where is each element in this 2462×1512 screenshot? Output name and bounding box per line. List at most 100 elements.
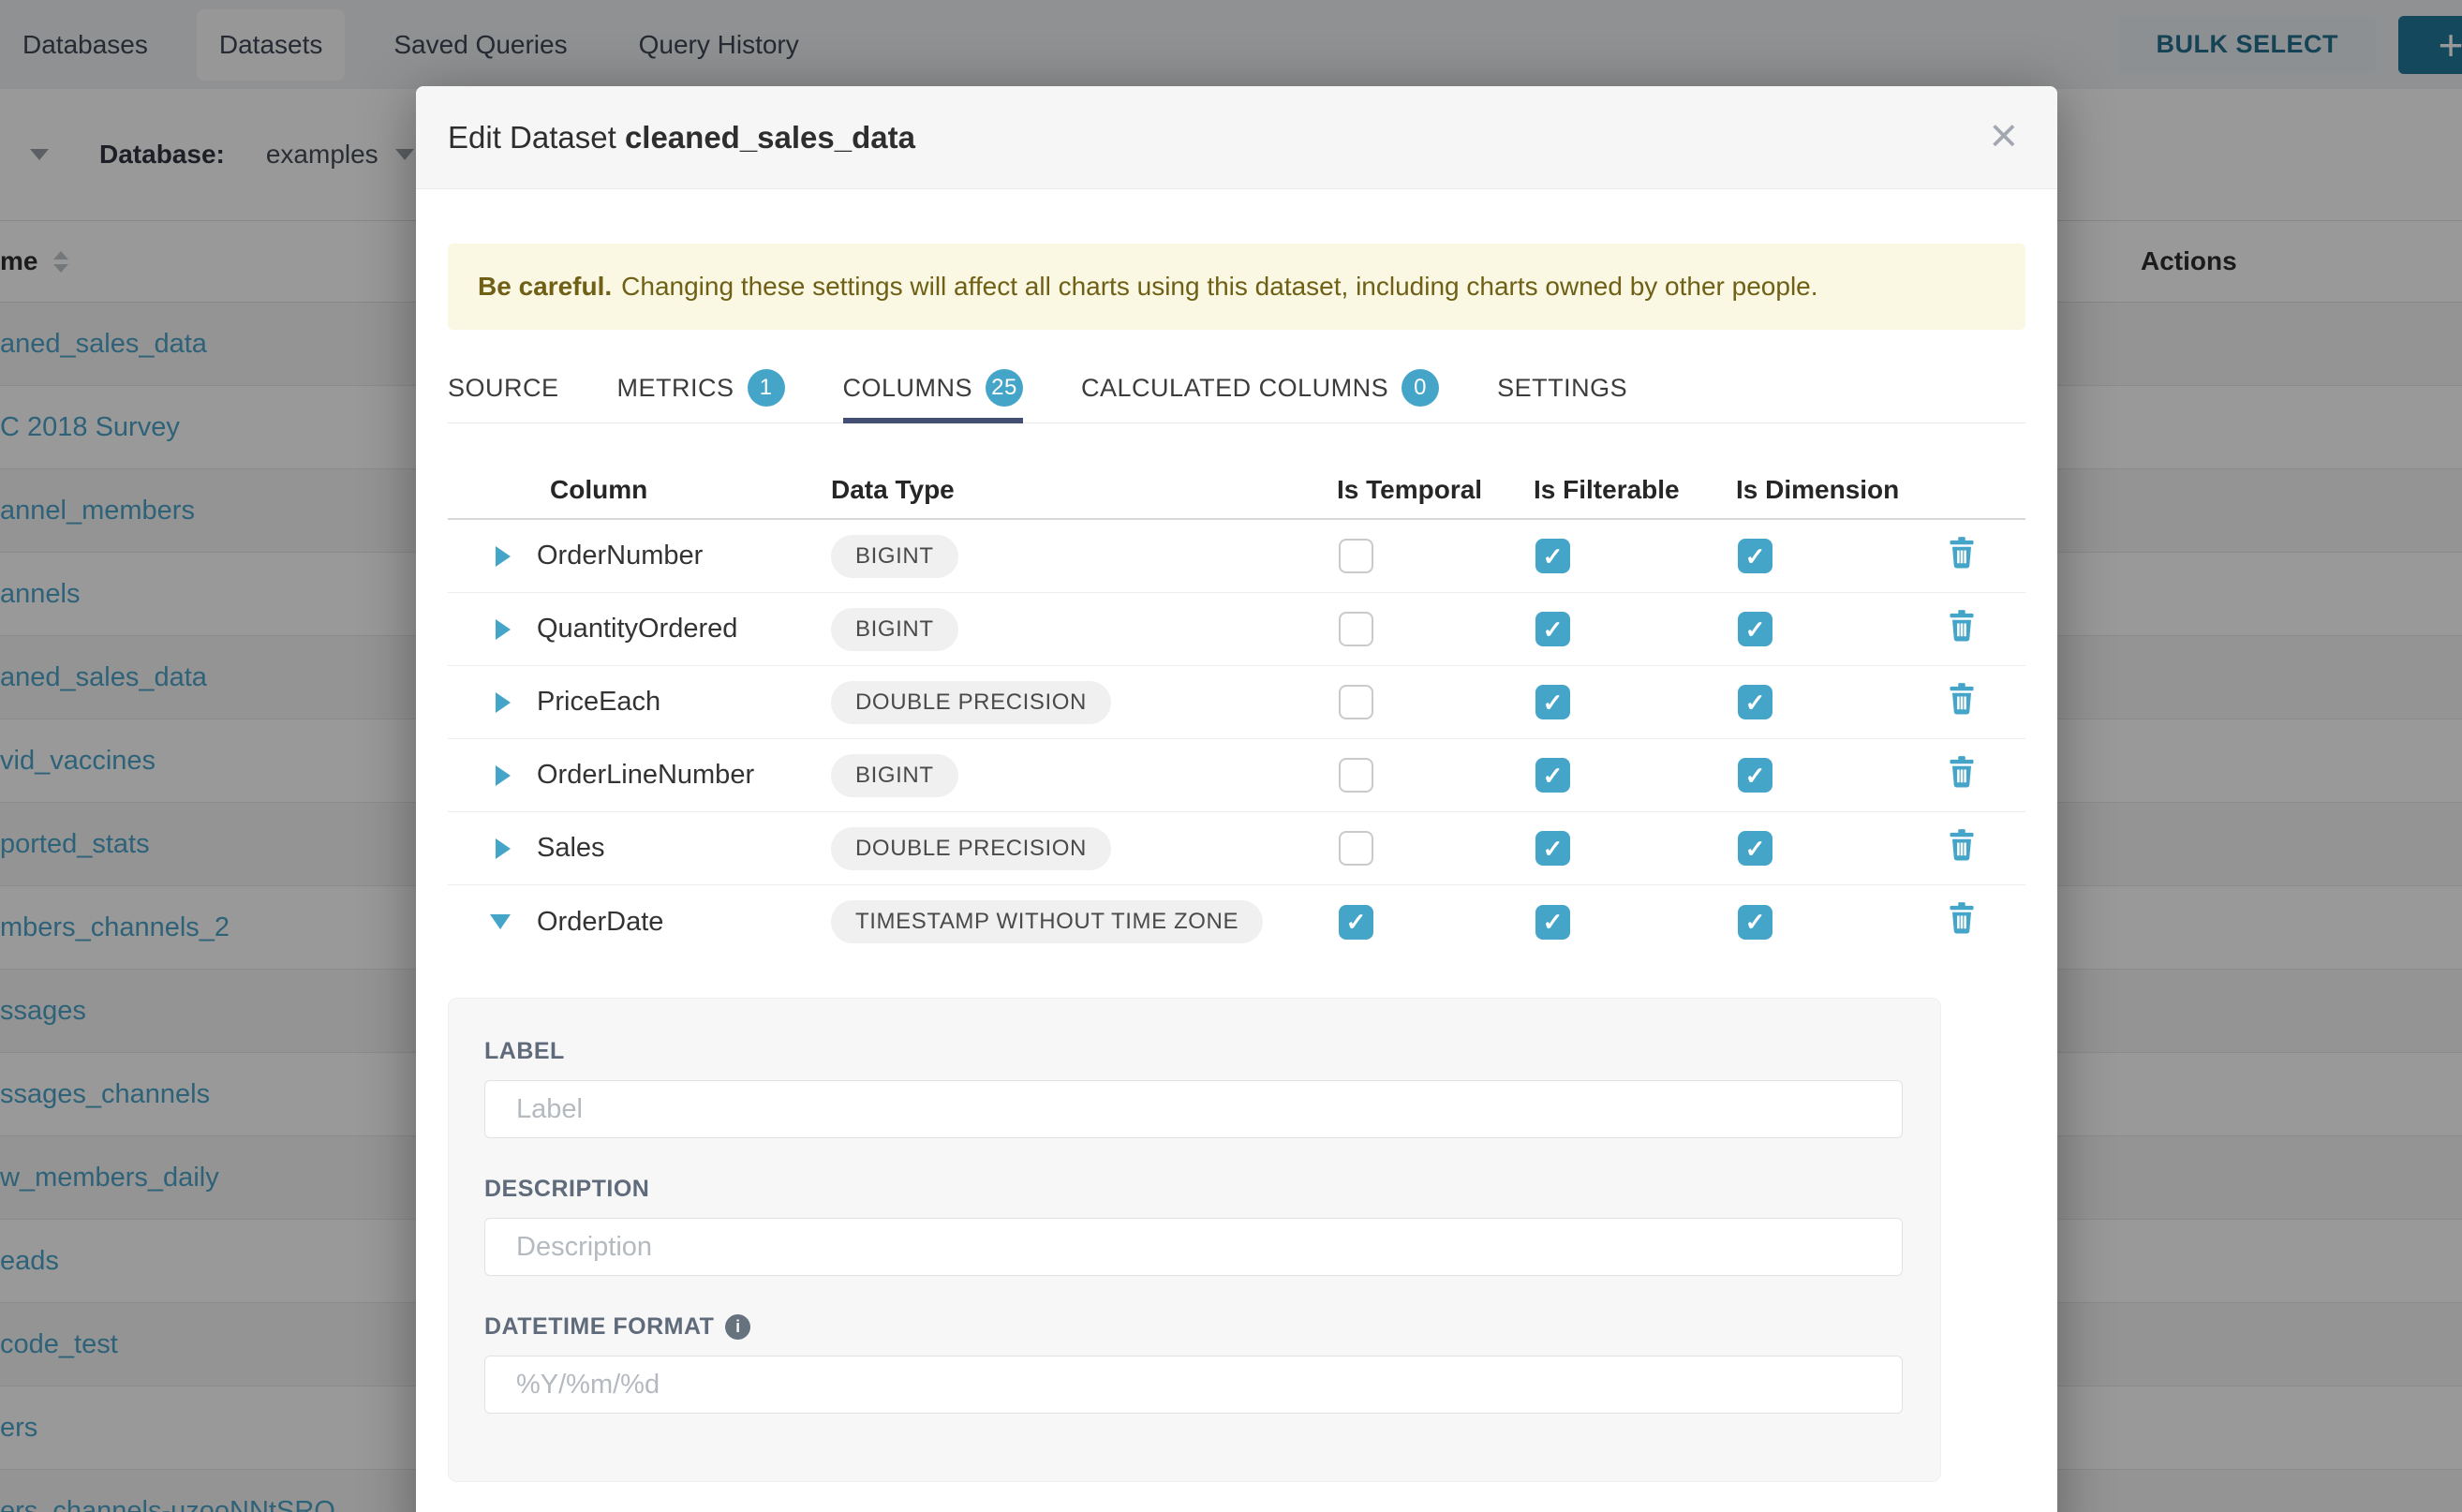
check-icon: ✓ (1745, 690, 1766, 715)
tab-count-badge: 1 (748, 369, 785, 407)
label-field-label: LABEL (484, 1038, 1903, 1065)
delete-cell (1942, 537, 2025, 576)
modal-tab[interactable]: COLUMNS 25 (843, 353, 1024, 422)
datetime-format-field: DATETIME FORMAT i (484, 1313, 1903, 1414)
is-filterable-checkbox[interactable]: ✓ (1535, 758, 1570, 793)
datetime-format-field-label: DATETIME FORMAT (484, 1313, 714, 1341)
is-dimension-cell: ✓ (1736, 539, 1942, 573)
label-input[interactable] (484, 1080, 1903, 1138)
is-filterable-cell: ✓ (1534, 539, 1736, 573)
column-detail-panel: LABEL DESCRIPTION DATETIME FORMAT i (448, 998, 1941, 1482)
check-icon: ✓ (1745, 837, 1766, 861)
modal-tab[interactable]: METRICS 1 (617, 353, 785, 422)
trash-icon[interactable] (1948, 902, 1976, 934)
modal-tab[interactable]: SETTINGS (1497, 353, 1627, 422)
is-dimension-header: Is Dimension (1736, 475, 1942, 505)
modal-tab[interactable]: CALCULATED COLUMNS 0 (1081, 353, 1439, 422)
is-filterable-checkbox[interactable]: ✓ (1535, 685, 1570, 719)
check-icon: ✓ (1346, 910, 1367, 934)
trash-icon[interactable] (1948, 829, 1976, 861)
delete-cell (1942, 756, 2025, 795)
tab-count-badge: 0 (1402, 369, 1439, 407)
expand-caret-icon[interactable] (496, 765, 511, 786)
edit-dataset-modal: Edit Dataset cleaned_sales_data × Be car… (416, 86, 2057, 1512)
trash-icon[interactable] (1948, 683, 1976, 715)
expand-caret-icon[interactable] (490, 914, 511, 929)
is-filterable-header: Is Filterable (1534, 475, 1736, 505)
column-row: OrderLineNumber BIGINT ✓ ✓ ✓ (448, 739, 2025, 812)
is-dimension-cell: ✓ (1736, 905, 1942, 940)
info-icon[interactable]: i (725, 1314, 750, 1340)
column-name: Sales (537, 833, 831, 864)
delete-cell (1942, 902, 2025, 941)
check-icon: ✓ (1543, 837, 1564, 861)
data-type-cell: DOUBLE PRECISION (831, 681, 1337, 724)
is-temporal-cell: ✓ (1337, 905, 1534, 940)
modal-title: Edit Dataset cleaned_sales_data (448, 120, 915, 156)
data-type-cell: BIGINT (831, 535, 1337, 578)
expand-cell (448, 765, 537, 786)
is-temporal-cell: ✓ (1337, 685, 1534, 719)
column-name: OrderNumber (537, 541, 831, 571)
is-filterable-checkbox[interactable]: ✓ (1535, 831, 1570, 866)
expand-caret-icon[interactable] (496, 838, 511, 859)
description-input[interactable] (484, 1218, 1903, 1276)
data-type-cell: DOUBLE PRECISION (831, 827, 1337, 870)
modal-tabs: SOURCE METRICS 1 COLUMNS 25 CALCULATED C… (448, 353, 2025, 423)
is-dimension-checkbox[interactable]: ✓ (1738, 539, 1772, 573)
data-type-cell: TIMESTAMP WITHOUT TIME ZONE (831, 900, 1337, 943)
is-filterable-cell: ✓ (1534, 831, 1736, 866)
column-row: OrderNumber BIGINT ✓ ✓ ✓ (448, 520, 2025, 593)
trash-icon[interactable] (1948, 756, 1976, 788)
expand-cell (448, 619, 537, 640)
column-row: Sales DOUBLE PRECISION ✓ ✓ ✓ (448, 812, 2025, 885)
is-filterable-checkbox[interactable]: ✓ (1535, 539, 1570, 573)
expand-cell (448, 838, 537, 859)
is-temporal-cell: ✓ (1337, 831, 1534, 866)
is-dimension-checkbox[interactable]: ✓ (1738, 905, 1772, 940)
is-filterable-checkbox[interactable]: ✓ (1535, 612, 1570, 646)
is-temporal-checkbox[interactable]: ✓ (1339, 831, 1373, 866)
is-temporal-checkbox[interactable]: ✓ (1339, 685, 1373, 719)
is-temporal-checkbox[interactable]: ✓ (1339, 612, 1373, 646)
close-icon[interactable]: × (1990, 111, 2018, 159)
data-type-pill: BIGINT (831, 608, 958, 651)
is-temporal-cell: ✓ (1337, 539, 1534, 573)
modal-title-dataset-name: cleaned_sales_data (625, 120, 915, 155)
is-dimension-checkbox[interactable]: ✓ (1738, 685, 1772, 719)
delete-cell (1942, 683, 2025, 722)
is-filterable-checkbox[interactable]: ✓ (1535, 905, 1570, 940)
expand-caret-icon[interactable] (496, 546, 511, 567)
is-dimension-checkbox[interactable]: ✓ (1738, 612, 1772, 646)
modal-body: Be careful. Changing these settings will… (416, 244, 2057, 1482)
modal-tab-label: SETTINGS (1497, 374, 1627, 403)
is-dimension-cell: ✓ (1736, 685, 1942, 719)
warning-banner: Be careful. Changing these settings will… (448, 244, 2025, 330)
is-temporal-checkbox[interactable]: ✓ (1339, 758, 1373, 793)
is-temporal-checkbox[interactable]: ✓ (1339, 905, 1373, 940)
datetime-format-input[interactable] (484, 1356, 1903, 1414)
is-filterable-cell: ✓ (1534, 758, 1736, 793)
expand-caret-icon[interactable] (496, 692, 511, 713)
check-icon: ✓ (1543, 690, 1564, 715)
check-icon: ✓ (1543, 763, 1564, 788)
description-field-label: DESCRIPTION (484, 1176, 1903, 1203)
is-dimension-checkbox[interactable]: ✓ (1738, 831, 1772, 866)
expand-caret-icon[interactable] (496, 619, 511, 640)
is-filterable-cell: ✓ (1534, 685, 1736, 719)
is-temporal-checkbox[interactable]: ✓ (1339, 539, 1373, 573)
expand-cell (448, 692, 537, 713)
is-dimension-checkbox[interactable]: ✓ (1738, 758, 1772, 793)
column-name: OrderLineNumber (537, 760, 831, 791)
trash-icon[interactable] (1948, 610, 1976, 642)
check-icon: ✓ (1745, 617, 1766, 642)
data-type-cell: BIGINT (831, 608, 1337, 651)
column-name: QuantityOrdered (537, 614, 831, 645)
trash-icon[interactable] (1948, 537, 1976, 569)
is-dimension-cell: ✓ (1736, 758, 1942, 793)
expand-cell (448, 546, 537, 567)
tab-count-badge: 25 (986, 369, 1023, 407)
modal-tab-label: SOURCE (448, 374, 559, 403)
is-filterable-cell: ✓ (1534, 905, 1736, 940)
modal-tab[interactable]: SOURCE (448, 353, 559, 422)
